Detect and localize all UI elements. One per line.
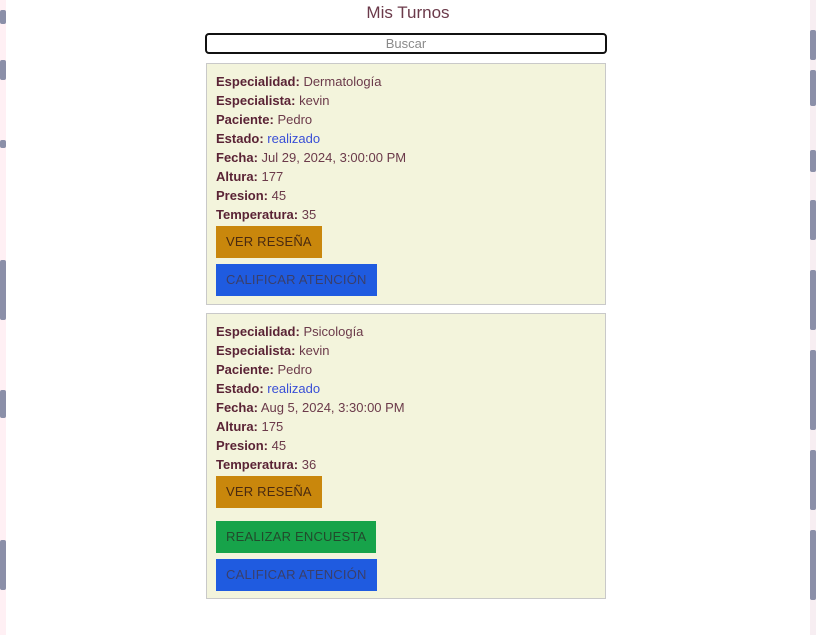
presion-value: 45	[271, 188, 287, 203]
turno-card: Especialidad: Dermatología Especialista:…	[206, 63, 606, 305]
paciente-row: Paciente: Pedro	[216, 360, 596, 379]
presion-row: Presion: 45	[216, 186, 596, 205]
altura-row: Altura: 175	[216, 417, 596, 436]
realizar-encuesta-button[interactable]: REALIZAR ENCUESTA	[216, 521, 377, 553]
especialista-label: Especialista:	[216, 93, 296, 108]
ver-resena-button[interactable]: VER RESEÑA	[216, 226, 322, 258]
paciente-label: Paciente:	[216, 362, 274, 377]
paciente-label: Paciente:	[216, 112, 274, 127]
calificar-atencion-button[interactable]: CALIFICAR ATENCIÓN	[216, 559, 377, 591]
estado-value: realizado	[267, 131, 321, 146]
especialista-label: Especialista:	[216, 343, 296, 358]
temperatura-row: Temperatura: 35	[216, 205, 596, 224]
altura-label: Altura:	[216, 169, 258, 184]
temperatura-label: Temperatura:	[216, 207, 299, 222]
estado-row: Estado: realizado	[216, 379, 596, 398]
altura-value: 175	[261, 419, 284, 434]
paciente-row: Paciente: Pedro	[216, 110, 596, 129]
presion-row: Presion: 45	[216, 436, 596, 455]
fecha-value: Aug 5, 2024, 3:30:00 PM	[260, 400, 405, 415]
especialidad-row: Especialidad: Psicología	[216, 322, 596, 341]
especialidad-label: Especialidad:	[216, 324, 300, 339]
especialidad-value: Dermatología	[303, 74, 382, 89]
presion-value: 45	[271, 438, 287, 453]
fecha-row: Fecha: Jul 29, 2024, 3:00:00 PM	[216, 148, 596, 167]
presion-label: Presion:	[216, 438, 269, 453]
search-input[interactable]	[205, 33, 607, 54]
turno-card: Especialidad: Psicología Especialista: k…	[206, 313, 606, 599]
estado-value: realizado	[267, 381, 321, 396]
temperatura-value: 35	[301, 207, 317, 222]
especialista-value: kevin	[299, 93, 330, 108]
especialidad-row: Especialidad: Dermatología	[216, 72, 596, 91]
especialista-row: Especialista: kevin	[216, 341, 596, 360]
paciente-value: Pedro	[277, 362, 313, 377]
presion-label: Presion:	[216, 188, 269, 203]
estado-row: Estado: realizado	[216, 129, 596, 148]
page-title: Mis Turnos	[366, 3, 450, 22]
left-decoration	[0, 0, 6, 635]
fecha-value: Jul 29, 2024, 3:00:00 PM	[261, 150, 407, 165]
fecha-row: Fecha: Aug 5, 2024, 3:30:00 PM	[216, 398, 596, 417]
ver-resena-button[interactable]: VER RESEÑA	[216, 476, 322, 508]
especialista-row: Especialista: kevin	[216, 91, 596, 110]
temperatura-label: Temperatura:	[216, 457, 299, 472]
calificar-atencion-button[interactable]: CALIFICAR ATENCIÓN	[216, 264, 377, 296]
paciente-value: Pedro	[277, 112, 313, 127]
especialidad-label: Especialidad:	[216, 74, 300, 89]
altura-value: 177	[261, 169, 284, 184]
especialista-value: kevin	[299, 343, 330, 358]
temperatura-row: Temperatura: 36	[216, 455, 596, 474]
right-decoration	[810, 0, 816, 635]
altura-row: Altura: 177	[216, 167, 596, 186]
fecha-label: Fecha:	[216, 150, 258, 165]
temperatura-value: 36	[301, 457, 317, 472]
fecha-label: Fecha:	[216, 400, 258, 415]
estado-label: Estado:	[216, 131, 264, 146]
especialidad-value: Psicología	[303, 324, 364, 339]
altura-label: Altura:	[216, 419, 258, 434]
estado-label: Estado:	[216, 381, 264, 396]
